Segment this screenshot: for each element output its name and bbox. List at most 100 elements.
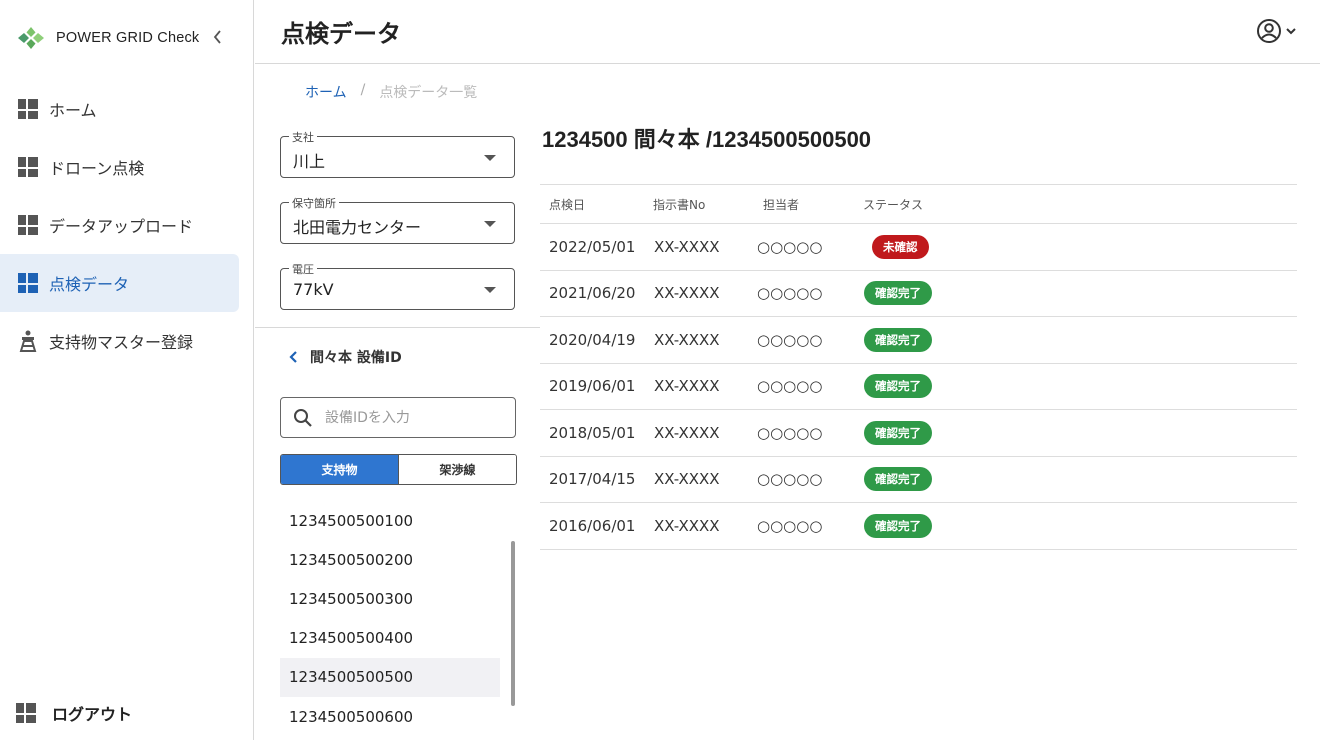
divider — [255, 327, 540, 328]
cell-order-no: XX-XXXX — [654, 284, 720, 303]
table-header: 点検日 指示書No 担当者 ステータス — [540, 185, 1297, 224]
sidebar-item-data-upload[interactable]: データアップロード — [0, 196, 239, 254]
search-icon — [294, 409, 312, 427]
voltage-select-value: 77kV — [293, 280, 334, 299]
list-item[interactable]: 1234500500200 — [280, 540, 500, 579]
list-item[interactable]: 1234500500100 — [280, 501, 500, 540]
dashboard-icon — [18, 215, 38, 235]
cell-person: ○○○○○ — [757, 470, 823, 489]
inspection-table: 点検日 指示書No 担当者 ステータス 2022/05/01 XX-XXXX ○… — [540, 184, 1297, 550]
status-badge: 確認完了 — [864, 374, 932, 399]
sidebar-item-label: 支持物マスター登録 — [49, 333, 194, 352]
breadcrumb-separator: / — [360, 82, 366, 98]
breadcrumb-home-link[interactable]: ホーム — [305, 82, 347, 102]
table-row[interactable]: 2017/04/15 XX-XXXX ○○○○○ 確認完了 — [540, 457, 1297, 503]
sidebar-collapse-button[interactable] — [208, 27, 228, 47]
dashboard-icon — [18, 99, 38, 119]
sidebar-item-label: データアップロード — [49, 217, 194, 236]
sidebar: POWER GRID Check ホーム ドローン点検 データアップロード 点検… — [0, 0, 254, 740]
office-select-label: 保守箇所 — [289, 195, 339, 211]
user-menu-button[interactable] — [1256, 18, 1298, 44]
sidebar-item-label: ドローン点検 — [49, 159, 145, 178]
logout-label: ログアウト — [52, 705, 133, 724]
equipment-search — [280, 397, 516, 438]
app-title: POWER GRID Check — [56, 30, 200, 46]
voltage-select[interactable]: 電圧 77kV — [280, 261, 515, 310]
office-select-value: 北田電力センター — [293, 218, 422, 237]
list-item[interactable]: 1234500500300 — [280, 579, 500, 618]
cell-order-no: XX-XXXX — [654, 516, 720, 535]
table-row[interactable]: 2021/06/20 XX-XXXX ○○○○○ 確認完了 — [540, 271, 1297, 317]
cell-person: ○○○○○ — [757, 284, 823, 303]
chevron-down-icon — [1286, 28, 1296, 35]
equipment-panel-title: 間々本 設備ID — [310, 350, 402, 366]
cell-date: 2021/06/20 — [549, 284, 636, 303]
equipment-id-search-input[interactable] — [325, 406, 505, 430]
tab-support[interactable]: 支持物 — [281, 455, 398, 484]
cell-order-no: XX-XXXX — [654, 423, 720, 442]
column-header-person: 担当者 — [763, 197, 800, 212]
cell-person: ○○○○○ — [757, 516, 823, 535]
office-select[interactable]: 保守箇所 北田電力センター — [280, 195, 515, 244]
cell-order-no: XX-XXXX — [654, 377, 720, 396]
table-row[interactable]: 2020/04/19 XX-XXXX ○○○○○ 確認完了 — [540, 317, 1297, 364]
voltage-select-label: 電圧 — [289, 261, 317, 277]
dashboard-icon — [18, 157, 38, 177]
branch-select-label: 支社 — [289, 129, 317, 145]
tab-overhead-line[interactable]: 架渉線 — [398, 455, 516, 484]
cell-person: ○○○○○ — [757, 377, 823, 396]
sidebar-nav: ホーム ドローン点検 データアップロード 点検データ 支持物マスター登録 — [0, 80, 254, 370]
table-row[interactable]: 2016/06/01 XX-XXXX ○○○○○ 確認完了 — [540, 503, 1297, 550]
dropdown-arrow-icon — [484, 155, 496, 161]
page-title: 点検データ — [281, 20, 401, 48]
chevron-left-icon — [213, 30, 221, 44]
status-badge: 確認完了 — [864, 420, 932, 445]
status-badge: 未確認 — [872, 234, 929, 259]
dashboard-icon — [16, 703, 36, 723]
cell-order-no: XX-XXXX — [654, 330, 720, 349]
cell-date: 2017/04/15 — [549, 470, 636, 489]
table-row[interactable]: 2019/06/01 XX-XXXX ○○○○○ 確認完了 — [540, 364, 1297, 410]
sidebar-item-drone-inspection[interactable]: ドローン点検 — [0, 138, 239, 196]
sidebar-item-label: ホーム — [49, 101, 97, 120]
cell-person: ○○○○○ — [757, 423, 823, 442]
status-badge: 確認完了 — [864, 513, 932, 538]
column-header-status: ステータス — [863, 197, 924, 212]
sidebar-item-label: 点検データ — [49, 275, 130, 294]
cell-person: ○○○○○ — [757, 330, 823, 349]
tower-icon — [19, 330, 37, 352]
table-row[interactable]: 2022/05/01 XX-XXXX ○○○○○ 未確認 — [540, 224, 1297, 271]
sidebar-item-support-master[interactable]: 支持物マスター登録 — [0, 312, 239, 370]
sidebar-item-home[interactable]: ホーム — [0, 80, 239, 138]
branch-select[interactable]: 支社 川上 — [280, 129, 515, 178]
breadcrumb-current: 点検データ一覧 — [379, 85, 478, 101]
cell-order-no: XX-XXXX — [654, 470, 720, 489]
list-scrollbar[interactable] — [511, 541, 515, 706]
table-row[interactable]: 2018/05/01 XX-XXXX ○○○○○ 確認完了 — [540, 410, 1297, 457]
list-item[interactable]: 1234500500400 — [280, 619, 500, 658]
cell-date: 2018/05/01 — [549, 423, 636, 442]
dropdown-arrow-icon — [484, 221, 496, 227]
status-badge: 確認完了 — [864, 467, 932, 492]
equipment-type-toggle: 支持物 架渉線 — [280, 454, 517, 485]
back-button[interactable]: 間々本 設備ID — [288, 347, 402, 367]
account-circle-icon — [1257, 19, 1281, 43]
dropdown-arrow-icon — [484, 287, 496, 293]
column-header-date: 点検日 — [549, 197, 586, 212]
logout-button[interactable]: ログアウト — [16, 700, 132, 726]
dashboard-icon — [18, 273, 38, 293]
breadcrumb: ホーム / 点検データ一覧 — [305, 82, 477, 102]
cell-date: 2020/04/19 — [549, 330, 636, 349]
cell-date: 2019/06/01 — [549, 377, 636, 396]
list-item-selected[interactable]: 1234500500500 — [280, 657, 500, 697]
logo-icon — [16, 25, 46, 51]
sidebar-item-inspection-data[interactable]: 点検データ — [0, 254, 239, 312]
cell-date: 2016/06/01 — [549, 516, 636, 535]
branch-select-value: 川上 — [293, 152, 326, 171]
equipment-detail-title: 1234500 間々本 /1234500500500 — [542, 127, 872, 152]
page-header: 点検データ — [255, 0, 1320, 64]
equipment-id-list: 1234500500100 1234500500200 123450050030… — [280, 501, 500, 736]
chevron-left-icon — [289, 351, 297, 363]
list-item[interactable]: 1234500500600 — [280, 697, 500, 736]
cell-person: ○○○○○ — [757, 237, 823, 256]
